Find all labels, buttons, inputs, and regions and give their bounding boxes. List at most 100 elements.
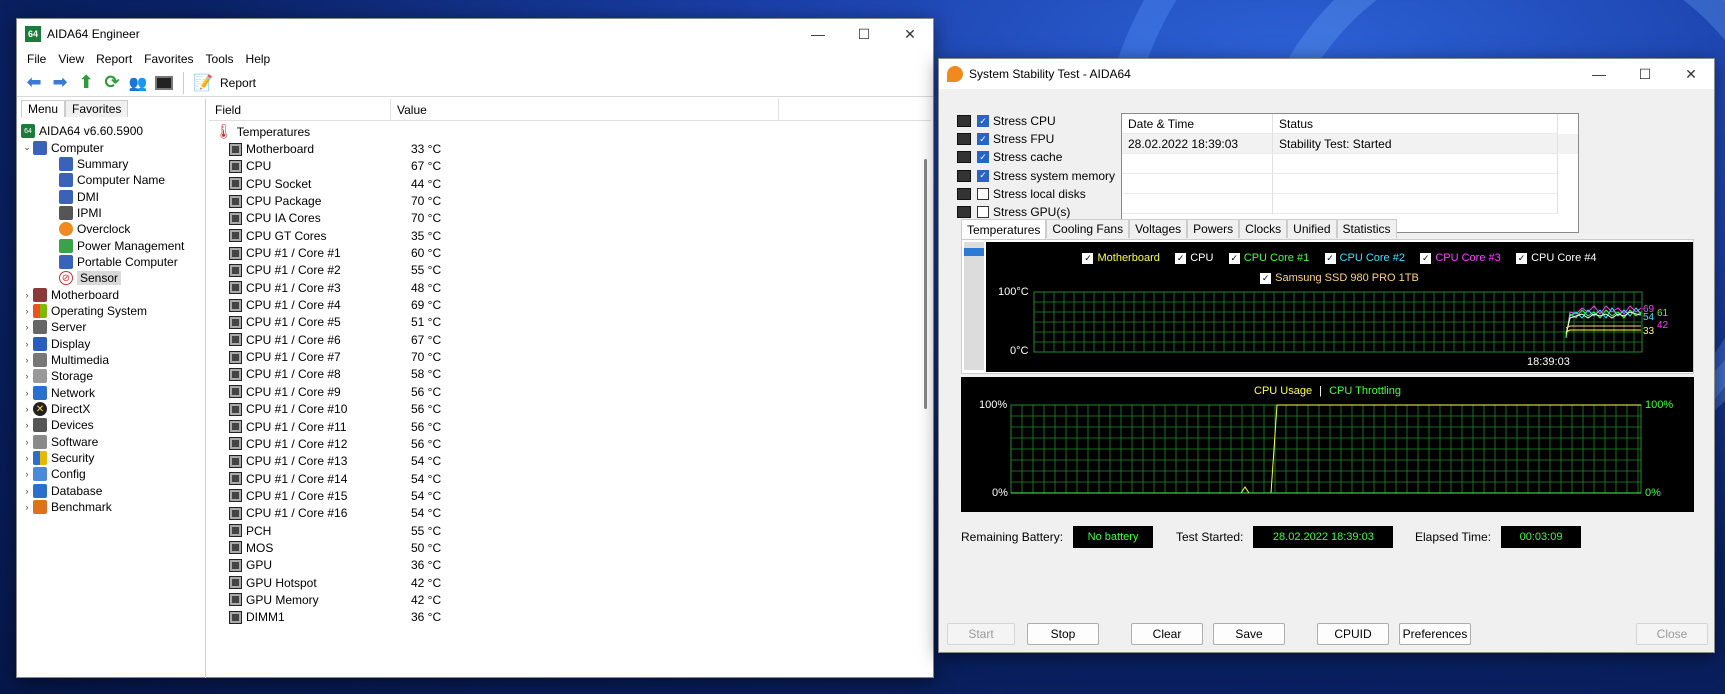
chevron-right-icon[interactable]: › [21, 420, 33, 430]
log-row[interactable]: 28.02.2022 18:39:03 Stability Test: Star… [1122, 134, 1578, 154]
sensor-row[interactable]: CPU IA Cores 70 °C [215, 210, 855, 227]
tree-item-operating-system[interactable]: › Operating System [21, 303, 203, 319]
tree-item-software[interactable]: › Software [21, 434, 203, 450]
menu-report[interactable]: Report [90, 52, 138, 66]
sensor-row[interactable]: CPU #1 / Core #12 56 °C [215, 435, 855, 452]
sensor-row[interactable]: Motherboard 33 °C [215, 140, 855, 157]
preferences-button[interactable]: Preferences [1399, 623, 1471, 645]
sensor-row[interactable]: CPU #1 / Core #5 51 °C [215, 314, 855, 331]
chevron-right-icon[interactable]: › [21, 453, 33, 463]
stress-checkbox[interactable] [977, 187, 989, 200]
vertical-scrollbar[interactable] [924, 159, 927, 409]
clear-button[interactable]: Clear [1131, 623, 1203, 645]
chevron-right-icon[interactable]: › [21, 502, 33, 512]
tab-menu[interactable]: Menu [21, 100, 66, 117]
tree-item-sensor[interactable]: ⊘ Sensor [21, 270, 203, 286]
sensor-row[interactable]: CPU #1 / Core #16 54 °C [215, 505, 855, 522]
sensor-row[interactable]: GPU 36 °C [215, 557, 855, 574]
chevron-right-icon[interactable]: › [21, 404, 33, 414]
chevron-right-icon[interactable]: › [21, 339, 33, 349]
tree-item-power-management[interactable]: Power Management [21, 237, 203, 253]
users-icon[interactable]: 👥 [125, 71, 151, 95]
tree-item-motherboard[interactable]: › Motherboard [21, 286, 203, 302]
minimize-button[interactable]: — [795, 19, 841, 49]
tab-statistics[interactable]: Statistics [1336, 219, 1397, 238]
chevron-down-icon[interactable]: ⌄ [21, 142, 33, 153]
tree-item-portable-computer[interactable]: Portable Computer [21, 254, 203, 270]
chevron-right-icon[interactable]: › [21, 469, 33, 479]
sensor-row[interactable]: CPU #1 / Core #4 69 °C [215, 296, 855, 313]
chevron-right-icon[interactable]: › [21, 486, 33, 496]
cpuid-button[interactable]: CPUID [1317, 623, 1389, 645]
sensor-row[interactable]: GPU Memory 42 °C [215, 591, 855, 608]
tab-unified[interactable]: Unified [1287, 219, 1337, 238]
sensor-row[interactable]: CPU Package 70 °C [215, 192, 855, 209]
up-arrow-icon[interactable]: ⬆ [73, 71, 99, 95]
sensor-row[interactable]: CPU GT Cores 35 °C [215, 227, 855, 244]
close-button[interactable]: ✕ [887, 19, 933, 49]
sensor-row[interactable]: CPU #1 / Core #9 56 °C [215, 383, 855, 400]
stop-button[interactable]: Stop [1027, 623, 1099, 645]
monitor-icon[interactable] [151, 71, 177, 95]
group-header[interactable]: 🌡 Temperatures [215, 123, 855, 140]
sensor-row[interactable]: PCH 55 °C [215, 522, 855, 539]
tree-item-ipmi[interactable]: IPMI [21, 205, 203, 221]
maximize-button[interactable]: ☐ [1622, 59, 1668, 89]
tree-item-directx[interactable]: › ✕ DirectX [21, 401, 203, 417]
chevron-right-icon[interactable]: › [21, 290, 33, 300]
save-button[interactable]: Save [1213, 623, 1285, 645]
sensor-row[interactable]: CPU #1 / Core #10 56 °C [215, 401, 855, 418]
tree-item-config[interactable]: › Config [21, 466, 203, 482]
tree-item-display[interactable]: › Display [21, 335, 203, 351]
stress-checkbox[interactable]: ✓ [977, 115, 989, 128]
report-icon[interactable]: 📝 [190, 71, 216, 95]
chevron-right-icon[interactable]: › [21, 306, 33, 316]
tree-item-computer-name[interactable]: Computer Name [21, 172, 203, 188]
chevron-right-icon[interactable]: › [21, 388, 33, 398]
stress-option[interactable]: ✓ Stress cache [957, 148, 1137, 166]
stress-option[interactable]: ✓ Stress FPU [957, 130, 1137, 148]
tree-item-network[interactable]: › Network [21, 385, 203, 401]
sensor-row[interactable]: GPU Hotspot 42 °C [215, 574, 855, 591]
tree-item-storage[interactable]: › Storage [21, 368, 203, 384]
tree-item-summary[interactable]: Summary [21, 156, 203, 172]
menu-file[interactable]: File [21, 52, 52, 66]
tab-clocks[interactable]: Clocks [1239, 219, 1288, 238]
tree-item-server[interactable]: › Server [21, 319, 203, 335]
tab-favorites[interactable]: Favorites [65, 100, 129, 117]
tree-item-multimedia[interactable]: › Multimedia [21, 352, 203, 368]
tree-item-overclock[interactable]: Overclock [21, 221, 203, 237]
chevron-right-icon[interactable]: › [21, 437, 33, 447]
stress-option[interactable]: ✓ Stress system memory [957, 167, 1137, 185]
chevron-right-icon[interactable]: › [21, 322, 33, 332]
menu-favorites[interactable]: Favorites [138, 52, 199, 66]
maximize-button[interactable]: ☐ [841, 19, 887, 49]
tree-root[interactable]: 64 AIDA64 v6.60.5900 [21, 123, 203, 139]
start-button[interactable]: Start [947, 623, 1015, 645]
tree-item-database[interactable]: › Database [21, 483, 203, 499]
stress-checkbox[interactable]: ✓ [977, 133, 989, 146]
close-button[interactable]: ✕ [1668, 59, 1714, 89]
refresh-icon[interactable]: ⟳ [99, 71, 125, 95]
forward-arrow-icon[interactable]: ➡ [47, 71, 73, 95]
sensor-row[interactable]: CPU #1 / Core #8 58 °C [215, 366, 855, 383]
tree-item-security[interactable]: › Security [21, 450, 203, 466]
tab-cooling-fans[interactable]: Cooling Fans [1046, 219, 1130, 238]
sensor-row[interactable]: MOS 50 °C [215, 539, 855, 556]
tree-item-computer[interactable]: ⌄ Computer [21, 139, 203, 155]
back-arrow-icon[interactable]: ⬅ [21, 71, 47, 95]
tree-item-benchmark[interactable]: › Benchmark [21, 499, 203, 515]
sensor-row[interactable]: DIMM1 36 °C [215, 609, 855, 626]
minimize-button[interactable]: — [1576, 59, 1622, 89]
menu-view[interactable]: View [52, 52, 90, 66]
tab-powers[interactable]: Powers [1187, 219, 1240, 238]
chevron-right-icon[interactable]: › [21, 371, 33, 381]
stress-checkbox[interactable]: ✓ [977, 169, 989, 182]
tree-item-dmi[interactable]: DMI [21, 188, 203, 204]
sensor-row[interactable]: CPU #1 / Core #1 60 °C [215, 244, 855, 261]
sensor-row[interactable]: CPU Socket 44 °C [215, 175, 855, 192]
sensor-row[interactable]: CPU #1 / Core #14 54 °C [215, 470, 855, 487]
temperature-scroll-track[interactable] [964, 242, 984, 370]
column-header-field[interactable]: Field [209, 99, 391, 120]
sensor-row[interactable]: CPU #1 / Core #2 55 °C [215, 262, 855, 279]
